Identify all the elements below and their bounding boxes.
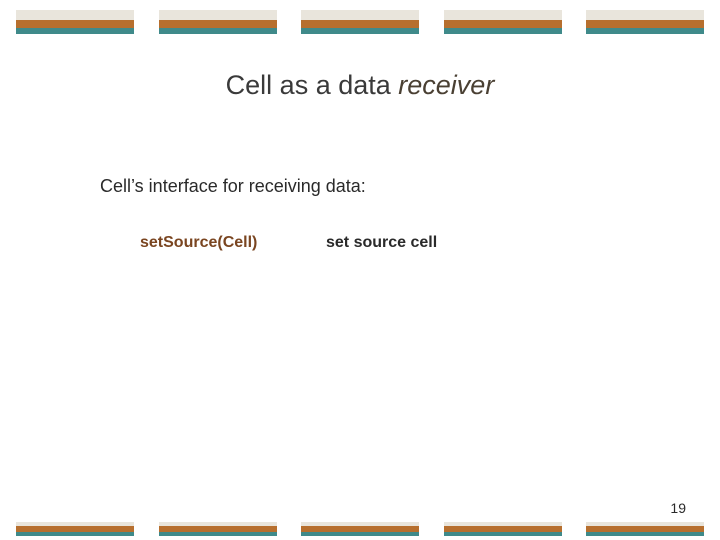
decor-bottom-row	[0, 522, 720, 536]
decor-block	[16, 522, 134, 536]
slide-title: Cell as a data receiver	[0, 70, 720, 101]
decor-block	[301, 522, 419, 536]
page-number: 19	[670, 500, 686, 516]
decor-block	[586, 10, 704, 34]
decor-block	[159, 522, 277, 536]
decor-block	[301, 10, 419, 34]
method-signature: setSource(Cell)	[140, 234, 257, 252]
method-description: set source cell	[326, 234, 437, 252]
decor-block	[159, 10, 277, 34]
decor-block	[444, 522, 562, 536]
decor-block	[16, 10, 134, 34]
subheading: Cell’s interface for receiving data:	[100, 176, 366, 197]
title-plain: Cell as a data	[226, 70, 399, 100]
title-accent: receiver	[398, 70, 494, 100]
decor-block	[444, 10, 562, 34]
decor-block	[586, 522, 704, 536]
decor-top-row	[0, 10, 720, 34]
